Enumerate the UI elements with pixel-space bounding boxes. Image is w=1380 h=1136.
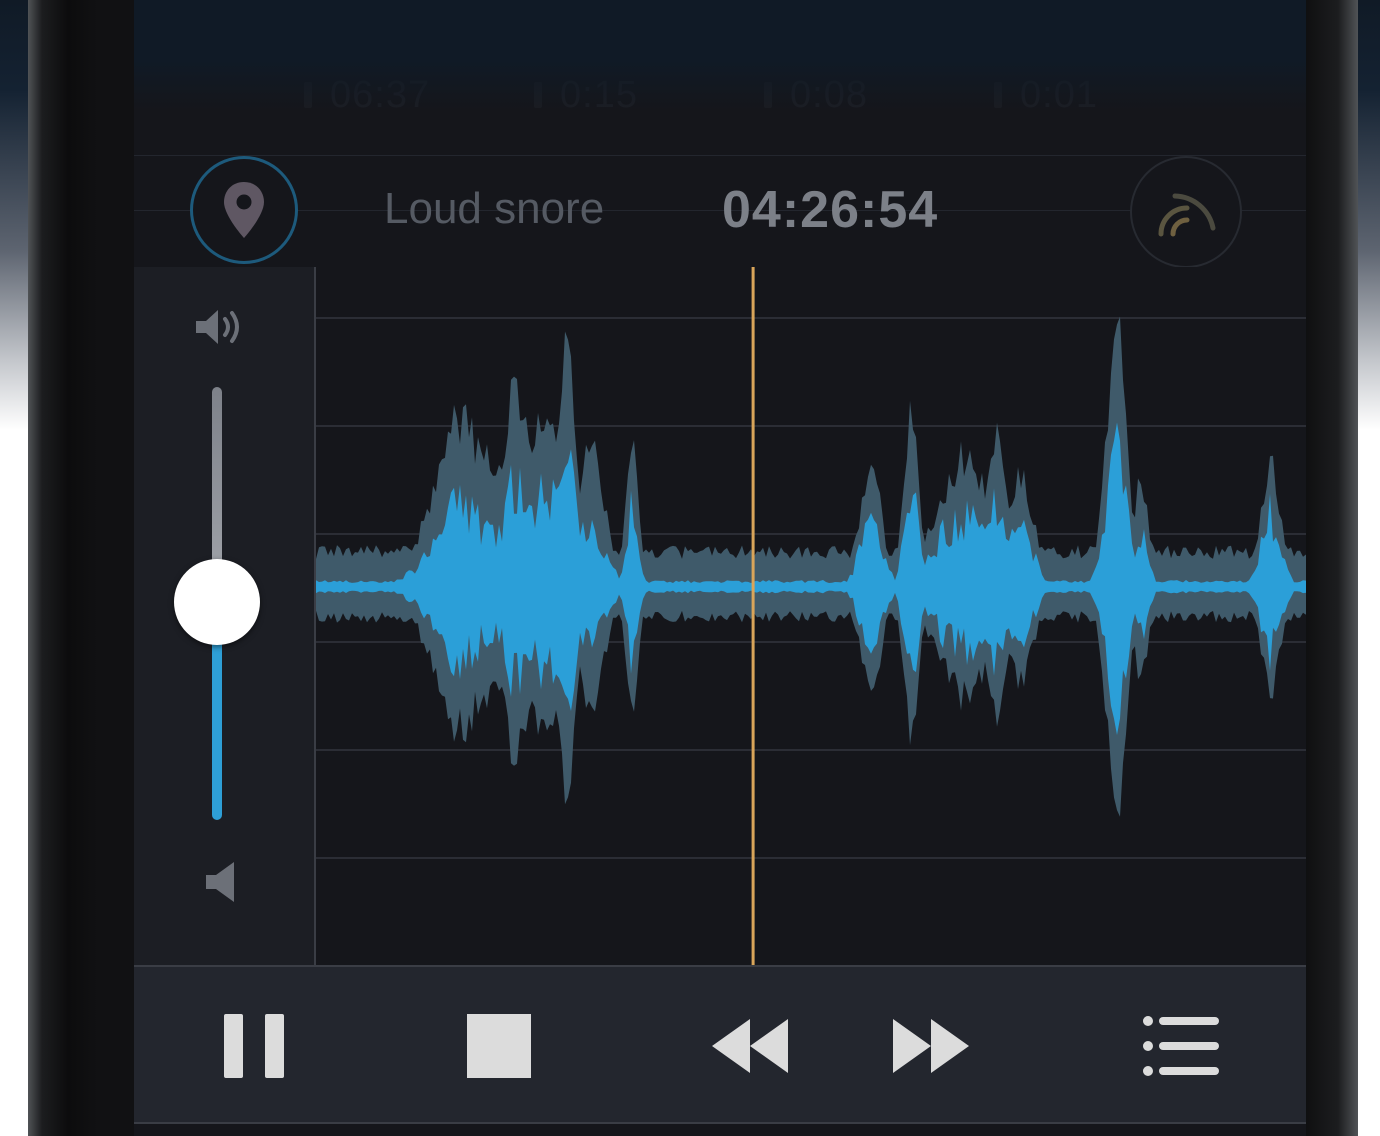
stop-icon (467, 1013, 531, 1078)
snore-waves-icon (1158, 193, 1216, 237)
waveform-gridline (316, 317, 1306, 319)
fast-forward-icon (893, 1018, 969, 1073)
stat-item: 0:01 (994, 72, 1098, 118)
volume-panel (134, 267, 314, 965)
pause-icon (224, 1013, 284, 1078)
player-screen: 06:37 0:15 0:08 0:01 Loud snore 04:26:54 (134, 0, 1306, 1136)
phone-frame: 06:37 0:15 0:08 0:01 Loud snore 04:26:54 (28, 0, 1358, 1136)
stat-bar (534, 82, 542, 108)
stats-row: 06:37 0:15 0:08 0:01 (134, 72, 1306, 122)
location-pin-button[interactable] (190, 156, 298, 264)
waveform-gridline (316, 857, 1306, 859)
event-label: Loud snore (384, 184, 605, 233)
waveform-gridline (316, 749, 1306, 751)
list-icon (1143, 1015, 1219, 1076)
location-pin-icon (224, 182, 264, 238)
event-row: Loud snore 04:26:54 (134, 155, 1306, 268)
rewind-button[interactable] (689, 967, 809, 1124)
snore-button[interactable] (1130, 156, 1242, 268)
playlist-button[interactable] (1122, 967, 1242, 1124)
stat-bar (304, 82, 312, 108)
stat-value: 06:37 (330, 73, 431, 116)
waveform-baseline (316, 584, 1306, 589)
volume-slider-thumb[interactable] (174, 559, 260, 645)
stat-value: 0:15 (560, 73, 638, 116)
stop-button[interactable] (439, 967, 559, 1124)
playback-controls (134, 965, 1306, 1124)
stat-bar (764, 82, 772, 108)
volume-low-icon[interactable] (204, 860, 238, 904)
stat-value: 0:08 (790, 73, 868, 116)
fast-forward-button[interactable] (872, 967, 992, 1124)
stat-bar (994, 82, 1002, 108)
waveform-area (134, 267, 1306, 965)
waveform[interactable] (316, 267, 1306, 965)
controls-bottom-border (134, 1122, 1306, 1124)
stat-item: 0:08 (764, 72, 868, 118)
event-time: 04:26:54 (722, 181, 939, 239)
rewind-icon (712, 1018, 788, 1073)
stat-item: 06:37 (304, 72, 430, 118)
stat-value: 0:01 (1020, 73, 1098, 116)
stat-item: 0:15 (534, 72, 638, 118)
playhead-line[interactable] (751, 267, 755, 965)
volume-high-icon[interactable] (194, 307, 250, 347)
pause-button[interactable] (194, 967, 314, 1124)
